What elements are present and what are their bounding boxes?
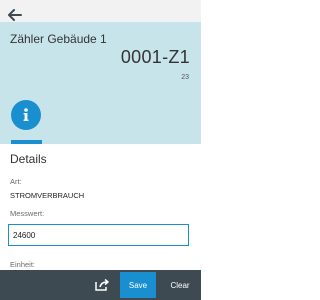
arrow-left-icon [8,9,22,21]
messwert-input[interactable] [8,224,189,246]
share-icon [95,278,109,291]
messwert-label: Messwert: [10,209,45,218]
tab-info[interactable] [11,100,41,130]
object-number: 0001-Z1 [120,47,190,67]
section-title: Details [10,152,47,166]
art-label: Art: [10,177,22,186]
einheit-label: Einheit: [10,260,36,269]
save-button[interactable]: Save [120,272,156,298]
clear-button[interactable]: Clear [162,272,198,298]
object-title: Zähler Gebäude 1 [10,32,107,46]
object-number-unit: 23 [181,74,189,81]
info-icon [23,108,29,121]
art-value: STROMVERBRAUCH [10,191,85,200]
share-button[interactable] [90,274,114,296]
object-header: Zähler Gebäude 1 0001-Z1 23 [0,22,201,144]
details-section: Details Art: STROMVERBRAUCH Messwert: Ei… [0,144,201,270]
